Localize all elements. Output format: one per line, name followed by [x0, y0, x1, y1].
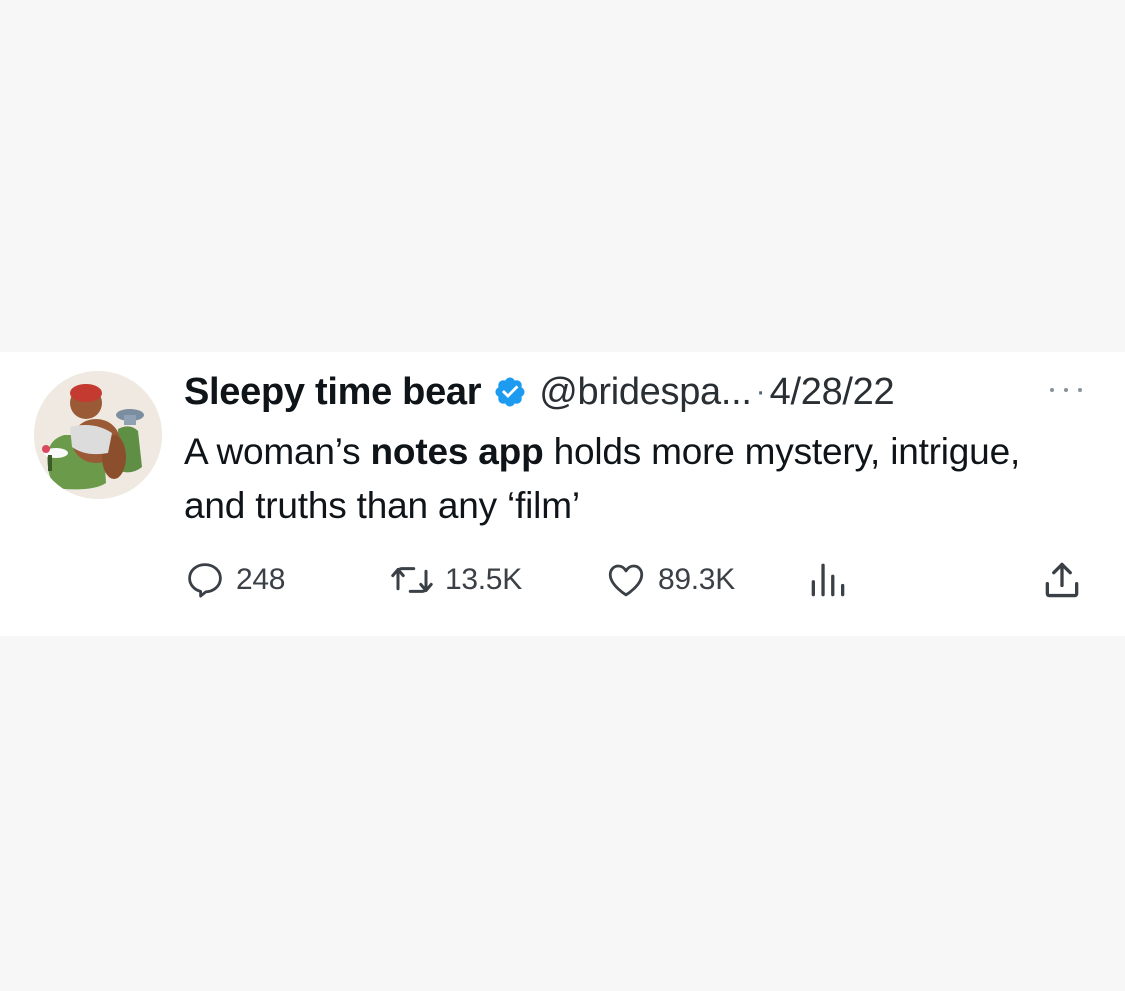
like-count: 89.3K: [658, 563, 735, 596]
page: Sleepy time bear @bridespa... · 4/28/22 …: [0, 0, 1125, 991]
share-button[interactable]: [1040, 556, 1084, 604]
views-button[interactable]: [806, 556, 850, 604]
tweet-text-before: A woman’s: [184, 431, 371, 472]
reply-count: 248: [236, 563, 286, 596]
views-icon: [811, 563, 845, 597]
author-display-name[interactable]: Sleepy time bear: [184, 371, 482, 414]
tweet-text-bold: notes app: [370, 431, 544, 472]
retweet-button[interactable]: 13.5K: [389, 556, 522, 604]
like-icon: [608, 564, 644, 597]
share-icon: [1045, 562, 1079, 598]
author-handle[interactable]: @bridespa...: [539, 371, 752, 414]
tweet-header: Sleepy time bear @bridespa... · 4/28/22: [184, 368, 895, 416]
reply-button[interactable]: 248: [184, 556, 285, 604]
retweet-count: 13.5K: [445, 563, 522, 596]
more-icon[interactable]: [1046, 384, 1086, 396]
tweet-actions: 248 13.5K 89.3K: [184, 556, 1084, 604]
avatar[interactable]: [34, 371, 162, 499]
verified-badge-icon: [495, 377, 525, 407]
reply-icon: [188, 563, 222, 598]
tweet-date[interactable]: 4/28/22: [770, 371, 895, 414]
like-button[interactable]: 89.3K: [604, 556, 735, 604]
header-separator: ·: [755, 375, 766, 408]
retweet-icon: [391, 567, 433, 593]
tweet-text: A woman’s notes app holds more mystery, …: [184, 425, 1084, 533]
avatar-image: [34, 371, 162, 499]
